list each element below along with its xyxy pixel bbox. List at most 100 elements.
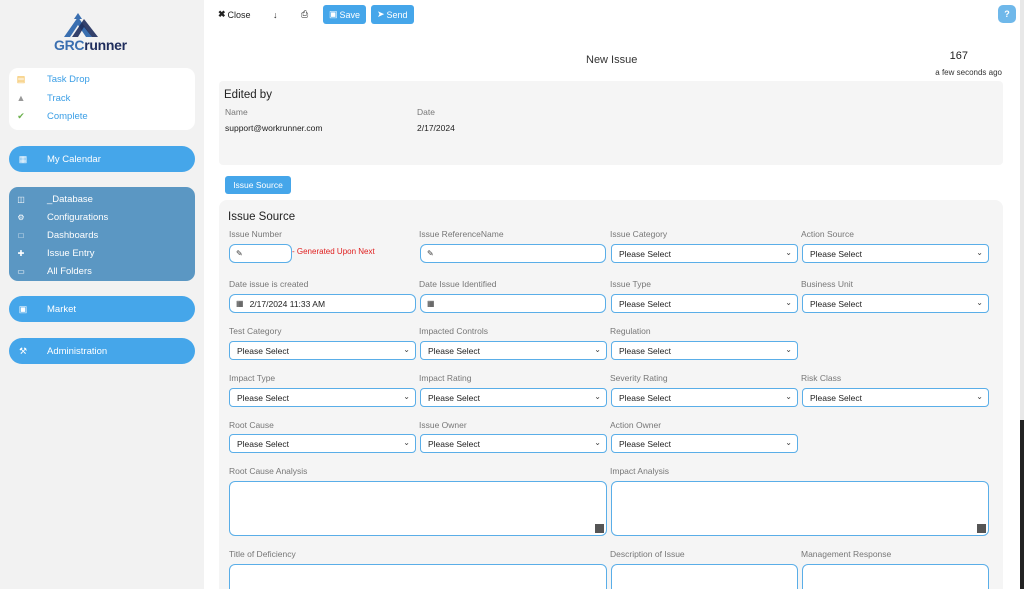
sidebar-item-label: Task Drop — [47, 73, 90, 85]
chevron-down-icon: ⌄ — [785, 438, 792, 447]
help-icon: ? — [1004, 9, 1010, 19]
sidebar-item-my-calendar[interactable]: ▦ My Calendar — [9, 146, 195, 172]
sidebar-item-label: All Folders — [47, 265, 92, 277]
impacted-controls-select[interactable]: Please Select ⌄ — [420, 341, 607, 360]
close-icon: ✖ — [218, 9, 226, 19]
select-value: Please Select — [619, 438, 671, 449]
generated-note: - Generated Upon Next — [292, 247, 375, 256]
sidebar-item-dashboards[interactable]: □ Dashboards — [9, 227, 195, 243]
sidebar-item-complete[interactable]: ✔ Complete — [9, 108, 195, 124]
download-button[interactable]: ↓ — [273, 5, 278, 24]
issue-category-select[interactable]: Please Select ⌄ — [611, 244, 798, 263]
field-label: Root Cause — [229, 420, 274, 430]
select-value: Please Select — [619, 345, 671, 356]
field-label: Severity Rating — [610, 373, 668, 383]
action-owner-select[interactable]: Please Select ⌄ — [611, 434, 798, 453]
business-unit-select[interactable]: Please Select ⌄ — [802, 294, 989, 313]
chevron-down-icon: ⌄ — [403, 392, 410, 401]
issue-owner-select[interactable]: Please Select ⌄ — [420, 434, 607, 453]
date-label: Date — [417, 107, 435, 117]
save-icon: ▣ — [329, 9, 338, 19]
task-panel: ▤ Task Drop ▲ Track ✔ Complete — [9, 68, 195, 130]
severity-rating-select[interactable]: Please Select ⌄ — [611, 388, 798, 407]
sidebar-item-configurations[interactable]: ⚙ Configurations — [9, 209, 195, 225]
issue-number-input[interactable]: ✎ — [229, 244, 292, 263]
field-label: Root Cause Analysis — [229, 466, 308, 476]
select-value: Please Select — [619, 298, 671, 309]
resize-handle[interactable] — [977, 524, 986, 533]
main-content: New Issue 167 a few seconds ago Edited b… — [204, 30, 1020, 589]
impact-analysis-textarea[interactable] — [611, 481, 989, 536]
sidebar-item-label: Configurations — [47, 211, 109, 223]
inbox-icon: ▤ — [16, 73, 26, 84]
title-of-deficiency-textarea[interactable] — [229, 564, 607, 589]
date-identified-input[interactable]: ▦ — [420, 294, 606, 313]
chevron-down-icon: ⌄ — [785, 298, 792, 307]
field-label: Regulation — [610, 326, 651, 336]
select-value: Please Select — [810, 248, 862, 259]
field-label: Management Response — [801, 549, 892, 559]
action-source-select[interactable]: Please Select ⌄ — [802, 244, 989, 263]
root-cause-select[interactable]: Please Select ⌄ — [229, 434, 416, 453]
chevron-down-icon: ⌄ — [785, 392, 792, 401]
field-label: Action Source — [801, 229, 854, 239]
issue-reference-name-input[interactable]: ✎ — [420, 244, 606, 263]
calendar-icon: ▦ — [236, 299, 244, 308]
tab-issue-source[interactable]: Issue Source — [225, 176, 291, 194]
chart-area-icon: □ — [18, 230, 24, 240]
risk-class-select[interactable]: Please Select ⌄ — [802, 388, 989, 407]
send-button[interactable]: ➤ Send — [371, 5, 414, 24]
toolbar: ✖ Close ↓ ⎙ ▣ Save ➤ Send ? — [204, 0, 1024, 30]
management-response-textarea[interactable] — [802, 564, 989, 589]
grcrunner-logo[interactable]: GRCrunner — [52, 10, 152, 56]
chevron-down-icon: ⌄ — [594, 345, 601, 354]
sidebar-item-issue-entry[interactable]: ✚ Issue Entry — [9, 245, 195, 261]
scrollbar[interactable] — [1020, 420, 1024, 589]
date-created-value: 2/17/2024 11:33 AM — [249, 298, 326, 309]
test-category-select[interactable]: Please Select ⌄ — [229, 341, 416, 360]
date-value: 2/17/2024 — [417, 123, 455, 133]
field-label: Issue Number — [229, 229, 282, 239]
paper-plane-icon: ➤ — [377, 9, 385, 19]
impact-type-select[interactable]: Please Select ⌄ — [229, 388, 416, 407]
sidebar-item-task-drop[interactable]: ▤ Task Drop — [9, 71, 195, 87]
chevron-down-icon: ⌄ — [785, 248, 792, 257]
save-button[interactable]: ▣ Save — [323, 5, 367, 24]
description-of-issue-textarea[interactable] — [611, 564, 798, 589]
sidebar-item-market[interactable]: ▣ Market — [9, 296, 195, 322]
sidebar-item-database[interactable]: ◫ _Database — [9, 191, 195, 207]
impact-rating-select[interactable]: Please Select ⌄ — [420, 388, 607, 407]
field-label: Action Owner — [610, 420, 662, 430]
logo-mark-icon — [64, 13, 98, 37]
issue-id: 167 — [949, 50, 968, 62]
chevron-down-icon: ⌄ — [594, 392, 601, 401]
check-icon: ✔ — [17, 110, 25, 121]
field-label: Risk Class — [801, 373, 842, 383]
edited-by-heading: Edited by — [224, 89, 272, 101]
issue-type-select[interactable]: Please Select ⌄ — [611, 294, 798, 313]
binoculars-icon: ▲ — [16, 93, 26, 103]
crosshair-icon: ✚ — [17, 248, 25, 258]
save-label: Save — [339, 9, 361, 20]
field-label: Issue Category — [610, 229, 668, 239]
sidebar-item-administration[interactable]: ⚒ Administration — [9, 338, 195, 364]
close-button[interactable]: ✖ Close — [218, 5, 251, 24]
pencil-icon: ✎ — [427, 249, 434, 258]
folder-icon: ▭ — [17, 266, 25, 276]
help-button[interactable]: ? — [998, 5, 1016, 23]
chevron-down-icon: ⌄ — [976, 298, 983, 307]
select-value: Please Select — [237, 392, 289, 403]
cart-icon: ▣ — [18, 303, 28, 314]
pencil-icon: ✎ — [236, 249, 243, 258]
date-created-input[interactable]: ▦ 2/17/2024 11:33 AM — [229, 294, 416, 313]
page-title: New Issue — [586, 54, 638, 66]
root-cause-analysis-textarea[interactable] — [229, 481, 607, 536]
select-value: Please Select — [810, 392, 862, 403]
regulation-select[interactable]: Please Select ⌄ — [611, 341, 798, 360]
sidebar-item-all-folders[interactable]: ▭ All Folders — [9, 263, 195, 279]
resize-handle[interactable] — [595, 524, 604, 533]
sidebar-item-track[interactable]: ▲ Track — [9, 90, 195, 106]
chevron-down-icon: ⌄ — [403, 438, 410, 447]
sidebar: GRCrunner ▤ Task Drop ▲ Track ✔ Complete… — [0, 0, 204, 589]
print-button[interactable]: ⎙ — [301, 5, 308, 24]
